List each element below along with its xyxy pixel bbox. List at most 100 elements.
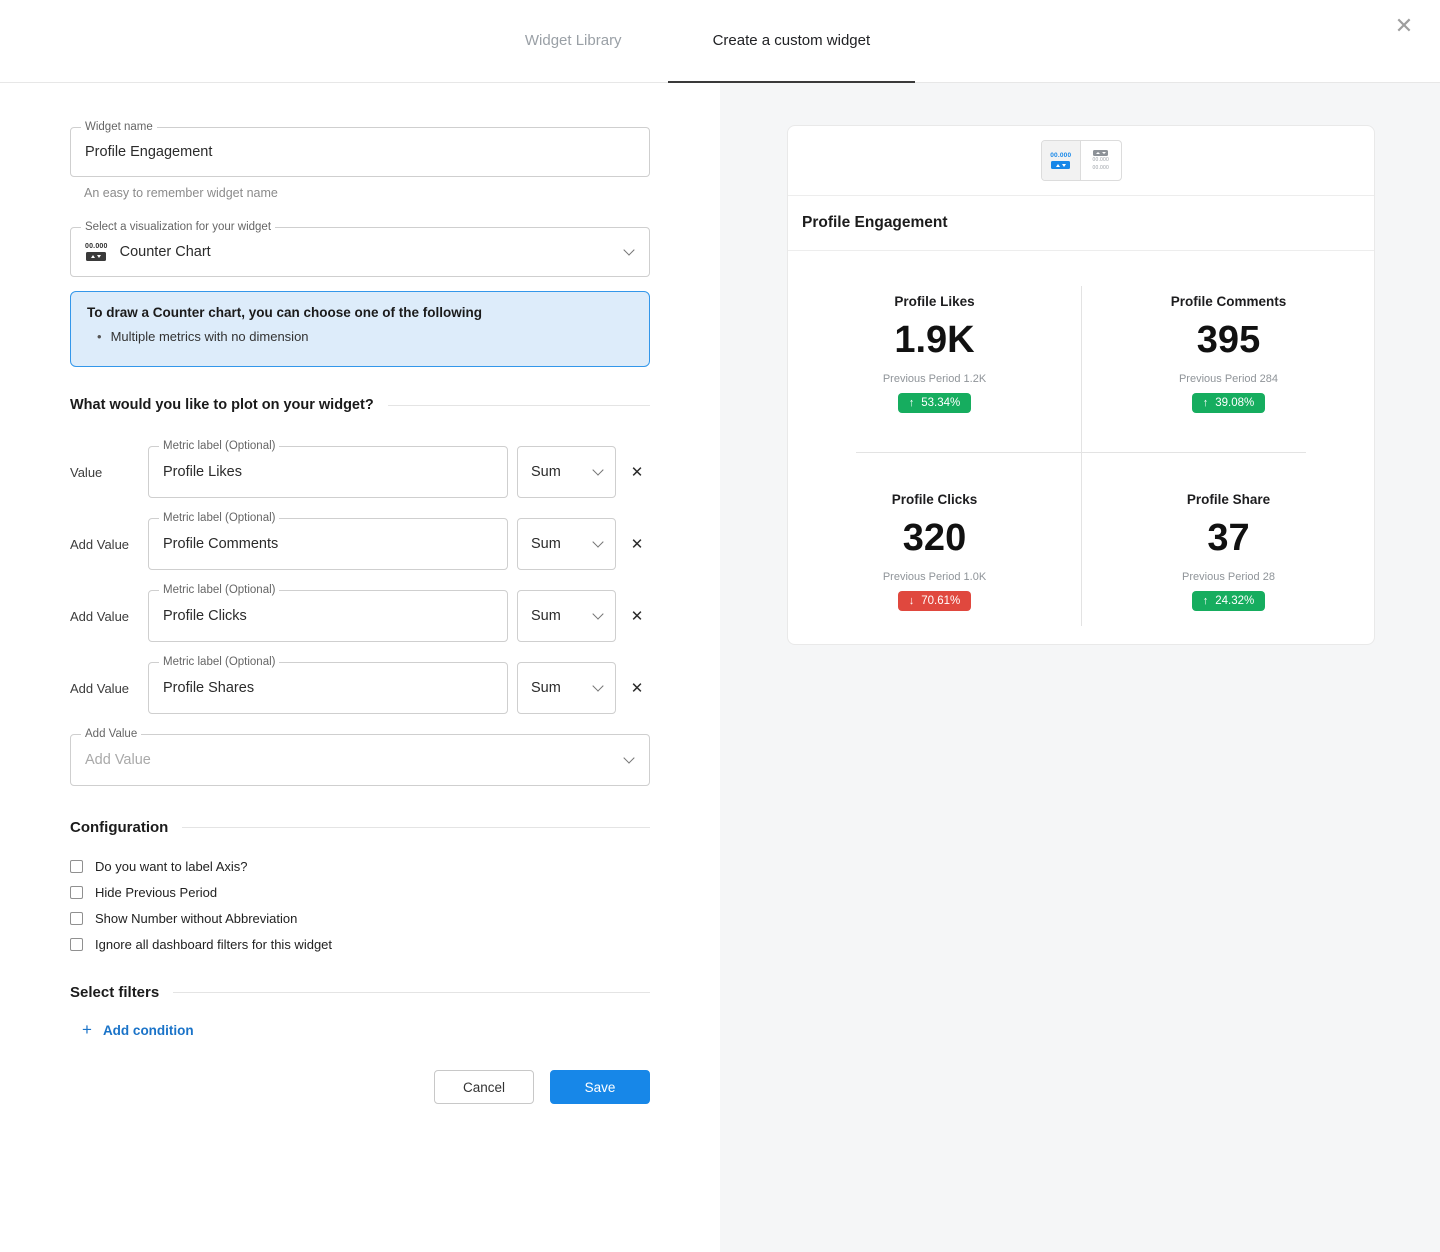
counter-style-stacked-button[interactable]: 00.000 00.000 xyxy=(1081,141,1121,180)
select-filters-heading: Select filters xyxy=(70,984,650,1001)
close-icon[interactable]: ✕ xyxy=(1386,8,1422,44)
counter-cell: Profile Share 37 Previous Period 28 ↑ 24… xyxy=(1082,453,1375,645)
change-badge: ↑ 24.32% xyxy=(1192,591,1266,611)
info-box-title: To draw a Counter chart, you can choose … xyxy=(87,305,633,320)
cancel-button[interactable]: Cancel xyxy=(434,1070,534,1104)
metric-label-field: Metric label (Optional) xyxy=(148,518,508,570)
metric-row: Value Metric label (Optional) Sum ✕ xyxy=(70,446,650,498)
config-option-label-axis[interactable]: Do you want to label Axis? xyxy=(70,859,650,873)
chevron-down-icon xyxy=(623,244,634,255)
modal-header: Widget Library Create a custom widget ✕ xyxy=(0,0,1440,83)
config-option-label: Ignore all dashboard filters for this wi… xyxy=(95,937,332,952)
metric-label-field: Metric label (Optional) xyxy=(148,662,508,714)
config-option-label: Do you want to label Axis? xyxy=(95,859,247,874)
metric-row-label: Add Value xyxy=(70,609,148,624)
aggregation-select[interactable]: Sum xyxy=(517,662,616,714)
checkbox-icon[interactable] xyxy=(70,912,83,925)
aggregation-select[interactable]: Sum xyxy=(517,590,616,642)
counter-grid: Profile Likes 1.9K Previous Period 1.2K … xyxy=(788,251,1374,644)
counter-style-single-button[interactable]: 00.000 xyxy=(1042,141,1082,180)
metric-row-label: Value xyxy=(70,465,148,480)
change-badge: ↑ 39.08% xyxy=(1192,393,1266,413)
change-percent: 70.61% xyxy=(921,595,960,607)
preview-titlebar: Profile Engagement xyxy=(788,196,1374,251)
checkbox-icon[interactable] xyxy=(70,886,83,899)
counter-stacked-icon: 00.000 00.000 xyxy=(1093,150,1110,171)
change-badge: ↓ 70.61% xyxy=(898,591,972,611)
aggregation-select[interactable]: Sum xyxy=(517,446,616,498)
counter-style-segmented-control: 00.000 00.000 00.000 xyxy=(1041,140,1122,181)
counter-previous-period: Previous Period 1.2K xyxy=(883,373,986,385)
configuration-heading-text: Configuration xyxy=(70,819,168,836)
widget-form-panel: Widget name An easy to remember widget n… xyxy=(0,83,720,1252)
aggregation-value: Sum xyxy=(531,536,561,552)
config-option-show-number-without-abbreviation[interactable]: Show Number without Abbreviation xyxy=(70,911,650,925)
counter-label: Profile Likes xyxy=(894,294,974,309)
visualization-label: Select a visualization for your widget xyxy=(81,221,275,234)
configuration-options: Do you want to label Axis? Hide Previous… xyxy=(70,853,650,951)
counter-value: 37 xyxy=(1207,517,1249,559)
counter-label: Profile Share xyxy=(1187,492,1270,507)
remove-metric-icon[interactable]: ✕ xyxy=(622,529,652,559)
remove-metric-icon[interactable]: ✕ xyxy=(622,457,652,487)
widget-preview-panel: 00.000 00.000 00.000 Profile Engagemen xyxy=(720,83,1440,1252)
metric-label-input[interactable] xyxy=(149,519,507,569)
add-value-select[interactable]: Add Value Add Value xyxy=(70,734,650,786)
save-button[interactable]: Save xyxy=(550,1070,650,1104)
change-badge: ↑ 53.34% xyxy=(898,393,972,413)
counter-previous-period: Previous Period 1.0K xyxy=(883,571,986,583)
aggregation-select[interactable]: Sum xyxy=(517,518,616,570)
preview-card: 00.000 00.000 00.000 Profile Engagemen xyxy=(787,125,1375,645)
preview-toolbar: 00.000 00.000 00.000 xyxy=(788,126,1374,196)
heading-divider xyxy=(182,827,650,828)
metric-row-label: Add Value xyxy=(70,681,148,696)
counter-previous-period: Previous Period 28 xyxy=(1182,571,1275,583)
config-option-hide-previous-period[interactable]: Hide Previous Period xyxy=(70,885,650,899)
tab-create-custom-widget[interactable]: Create a custom widget xyxy=(668,0,916,83)
tab-bar: Widget Library Create a custom widget xyxy=(0,0,1440,83)
metric-field-label: Metric label (Optional) xyxy=(159,656,279,669)
bullet-dot: • xyxy=(97,329,102,344)
config-option-ignore-dashboard-filters[interactable]: Ignore all dashboard filters for this wi… xyxy=(70,937,650,951)
metric-label-input[interactable] xyxy=(149,447,507,497)
remove-metric-icon[interactable]: ✕ xyxy=(622,673,652,703)
create-widget-modal: Widget Library Create a custom widget ✕ … xyxy=(0,0,1440,1252)
counter-value: 395 xyxy=(1197,319,1260,361)
chevron-down-icon xyxy=(592,608,603,619)
aggregation-value: Sum xyxy=(531,608,561,624)
counter-label: Profile Clicks xyxy=(892,492,978,507)
metric-row: Add Value Metric label (Optional) Sum ✕ xyxy=(70,662,650,714)
visualization-value: Counter Chart xyxy=(120,244,625,260)
aggregation-value: Sum xyxy=(531,464,561,480)
tab-widget-library[interactable]: Widget Library xyxy=(525,0,622,83)
form-actions: Cancel Save xyxy=(70,1070,650,1104)
change-percent: 53.34% xyxy=(921,397,960,409)
metric-row: Add Value Metric label (Optional) Sum ✕ xyxy=(70,518,650,570)
add-condition-label: Add condition xyxy=(103,1023,194,1038)
add-value-label: Add Value xyxy=(81,728,141,741)
counter-chart-icon: 00.000 xyxy=(85,243,108,261)
metric-field-label: Metric label (Optional) xyxy=(159,584,279,597)
counter-previous-period: Previous Period 284 xyxy=(1179,373,1278,385)
visualization-select[interactable]: Select a visualization for your widget 0… xyxy=(70,227,650,277)
counter-value: 1.9K xyxy=(894,319,974,361)
configuration-heading: Configuration xyxy=(70,819,650,836)
change-percent: 24.32% xyxy=(1215,595,1254,607)
trend-arrow-icon: ↑ xyxy=(1203,595,1209,607)
metric-label-input[interactable] xyxy=(149,591,507,641)
add-value-placeholder: Add Value xyxy=(85,752,151,768)
metric-label-field: Metric label (Optional) xyxy=(148,446,508,498)
heading-divider xyxy=(388,405,650,406)
widget-name-input[interactable] xyxy=(71,128,649,176)
widget-name-field: Widget name xyxy=(70,127,650,177)
checkbox-icon[interactable] xyxy=(70,938,83,951)
remove-metric-icon[interactable]: ✕ xyxy=(622,601,652,631)
add-condition-button[interactable]: + Add condition xyxy=(70,1022,650,1038)
config-option-label: Hide Previous Period xyxy=(95,885,217,900)
trend-arrow-icon: ↑ xyxy=(909,397,915,409)
info-box-bullet: • Multiple metrics with no dimension xyxy=(87,329,633,344)
checkbox-icon[interactable] xyxy=(70,860,83,873)
aggregation-value: Sum xyxy=(531,680,561,696)
info-box-bullet-text: Multiple metrics with no dimension xyxy=(111,329,309,344)
metric-label-input[interactable] xyxy=(149,663,507,713)
